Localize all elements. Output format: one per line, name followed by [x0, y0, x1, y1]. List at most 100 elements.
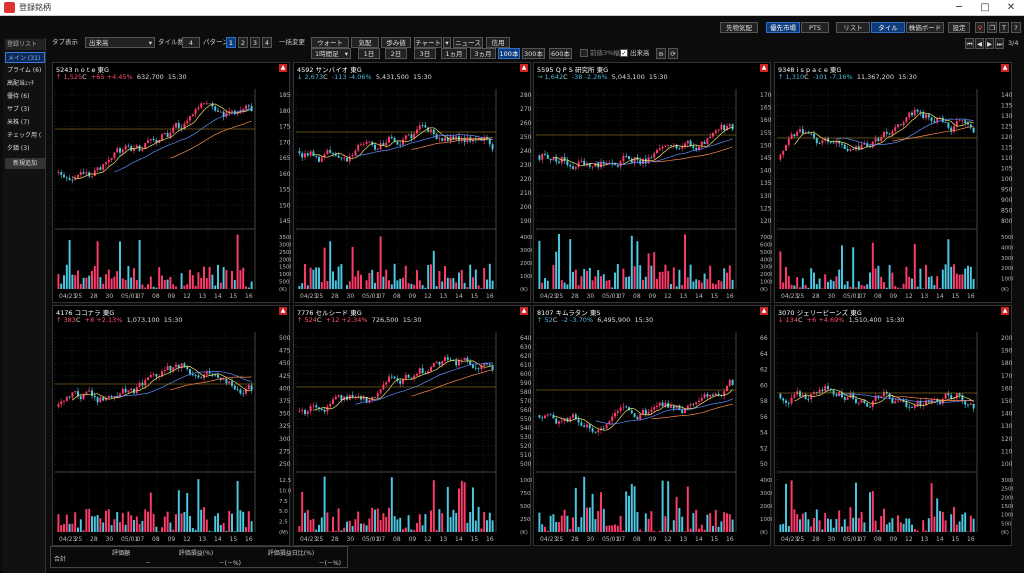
close-button[interactable]: ✕	[1000, 0, 1022, 16]
close-tile-icon[interactable]: ▲	[520, 307, 528, 315]
range-300[interactable]: 300本	[522, 48, 545, 59]
tile-view-button[interactable]: タイル	[871, 22, 905, 33]
chart-svg[interactable]: 6406306206106005905805705605505405305205…	[294, 326, 532, 546]
watchlist-item[interactable]: メイン (31)	[5, 52, 45, 63]
chart-svg[interactable]: 2800270026002500240023002200210020001900…	[294, 83, 532, 303]
futures-quote-button[interactable]: 先物気配	[720, 22, 758, 33]
chart-tile[interactable]: 4176 ココナラ 東G▲↑ 383C +8 +2.13% 1,073,100 …	[52, 305, 290, 546]
chart-tile[interactable]: 9348 i s p a c e 東G▲↑ 1,310C -101 -7.16%…	[774, 62, 1012, 303]
volume-bar	[455, 282, 457, 289]
candlestick-chart[interactable]: 6406306206106005905805705605505405305205…	[294, 326, 532, 546]
chart-svg[interactable]: 6664626058565452504000300020001000(K)04/…	[534, 326, 772, 546]
copy-icon[interactable]: ❐	[987, 22, 997, 33]
candlestick-chart[interactable]: 1700165016001550150014501400135013001250…	[534, 83, 772, 303]
close-tile-icon[interactable]: ▲	[1001, 64, 1009, 72]
chart-tile[interactable]: 3070 ジェリービーンズ 東G▲↓ 134C +6 +4.69% 1,510,…	[774, 305, 1012, 546]
close-tile-icon[interactable]: ▲	[520, 64, 528, 72]
settings-button[interactable]: 設定	[948, 22, 970, 33]
range-3d[interactable]: 3日	[414, 48, 436, 59]
range-2d[interactable]: 2日	[385, 48, 407, 59]
tab-margin[interactable]: 信用	[486, 37, 510, 48]
close-tile-icon[interactable]: ▲	[760, 64, 768, 72]
tab-ticks[interactable]: 歩み値	[381, 37, 411, 48]
chart-tile[interactable]: 5595 Q P S 研究所 東G▲→ 1,642C -38 -2.26% 5,…	[533, 62, 771, 303]
first-page-icon[interactable]: ⏮	[965, 38, 974, 49]
close-tile-icon[interactable]: ▲	[279, 64, 287, 72]
sort-select[interactable]: 出来高▾	[85, 37, 155, 48]
pattern-2-button[interactable]: 2	[238, 37, 248, 48]
tab-news[interactable]: ニュース	[453, 37, 483, 48]
candle-body	[642, 410, 644, 414]
date-tick-label: 07	[859, 536, 867, 543]
maximize-button[interactable]: □	[974, 0, 996, 16]
list-view-button[interactable]: リスト	[836, 22, 870, 33]
chart-tile[interactable]: 8107 キムラタン 東S▲↑ 52C -2 -3.70% 6,495,900 …	[533, 305, 771, 546]
tab-chart[interactable]: チャート	[414, 37, 442, 48]
chart-svg[interactable]: 1850180017501700165016001550150014503500…	[53, 83, 291, 303]
range-100[interactable]: 100本	[498, 48, 520, 59]
next-page-icon[interactable]: ▶	[985, 38, 994, 49]
pattern-3-button[interactable]: 3	[250, 37, 260, 48]
chevron-down-icon[interactable]: ▾	[443, 37, 451, 48]
link-icon[interactable]: ⚲	[975, 22, 985, 33]
range-3pct-checkbox[interactable]	[580, 49, 588, 57]
tab-quote[interactable]: ウォート	[311, 37, 349, 48]
prev-page-icon[interactable]: ◀	[975, 38, 984, 49]
close-tile-icon[interactable]: ▲	[760, 307, 768, 315]
range-1m[interactable]: 1ヵ月	[441, 48, 467, 59]
candlestick-chart[interactable]: 2001901801701601501401301201101003000250…	[775, 326, 1013, 546]
volume-bar	[102, 284, 104, 289]
candlestick-chart[interactable]: 1850180017501700165016001550150014503500…	[53, 83, 291, 303]
chart-svg[interactable]: 2001901801701601501401301201101003000250…	[775, 326, 1013, 546]
range-600[interactable]: 600本	[549, 48, 572, 59]
watchlist-item[interactable]: プライム (6)	[5, 65, 45, 76]
volume-bar	[147, 512, 149, 532]
close-tile-icon[interactable]: ▲	[1001, 307, 1009, 315]
chart-svg[interactable]: 1700165016001550150014501400135013001250…	[534, 83, 772, 303]
volume-bar	[650, 511, 652, 532]
refresh-icon[interactable]: ⟳	[668, 48, 678, 59]
pts-button[interactable]: PTS	[801, 22, 829, 33]
text-icon[interactable]: T	[999, 22, 1009, 33]
watchlist-item[interactable]: 米株 (7)	[5, 117, 45, 128]
range-3m[interactable]: 3ヵ月	[470, 48, 496, 59]
date-tick-label: 15	[230, 536, 238, 543]
interval-select[interactable]: 1時間足▾	[311, 48, 351, 59]
chart-svg[interactable]: 1400135013001250120011501100105010009509…	[775, 83, 1013, 303]
candle-body	[105, 162, 107, 164]
candle-body	[670, 406, 672, 408]
chart-tile[interactable]: 5243 n o t e 東G▲↑ 1,525C +65 +4.45% 632,…	[52, 62, 290, 303]
chart-tile[interactable]: 7776 セルシード 東G▲↑ 524C +12 +2.34% 726,500 …	[293, 305, 531, 546]
help-icon[interactable]: ?	[1011, 22, 1021, 33]
chart-svg[interactable]: 50047545042540037535032530027525012.510.…	[53, 326, 291, 546]
zoom-out-icon[interactable]: ⊖	[656, 48, 666, 59]
pattern-4-button[interactable]: 4	[262, 37, 272, 48]
candlestick-chart[interactable]: 2800270026002500240023002200210020001900…	[294, 83, 532, 303]
range-1d[interactable]: 1日	[358, 48, 380, 59]
close-tile-icon[interactable]: ▲	[279, 307, 287, 315]
tab-board[interactable]: 気配	[351, 37, 379, 48]
volume-checkbox[interactable]: ✓	[620, 49, 628, 57]
add-watchlist-button[interactable]: 新規追加	[5, 158, 45, 169]
priority-market-button[interactable]: 優先市場	[766, 22, 800, 33]
candle-body	[589, 424, 591, 428]
watchlist-item[interactable]: 優待 (6)	[5, 91, 45, 102]
pattern-1-button[interactable]: 1	[226, 37, 236, 48]
candle-body	[91, 390, 93, 395]
stock-board-button[interactable]: 株価ボード	[906, 22, 944, 33]
last-page-icon[interactable]: ⏭	[995, 38, 1004, 49]
candlestick-chart[interactable]: 50047545042540037535032530027525012.510.…	[53, 326, 291, 546]
trend-arrow: ↑	[537, 316, 542, 324]
volume-bar	[953, 264, 955, 289]
candle-body	[357, 145, 359, 151]
tile-count-stepper[interactable]: 4	[182, 37, 200, 48]
watchlist-item[interactable]: 夕鎮 (3)	[5, 143, 45, 154]
watchlist-item[interactable]: 高配当ｪｯﾁ	[5, 78, 45, 89]
candlestick-chart[interactable]: 6664626058565452504000300020001000(K)04/…	[534, 326, 772, 546]
volume-tick-label: 1500	[279, 265, 291, 271]
minimize-button[interactable]: ─	[948, 0, 970, 16]
chart-tile[interactable]: 4592 サンバイオ 東G▲↓ 2,673C -113 -4.06% 5,431…	[293, 62, 531, 303]
watchlist-item[interactable]: チェック用 (	[5, 130, 45, 141]
watchlist-item[interactable]: サブ (3)	[5, 104, 45, 115]
candlestick-chart[interactable]: 1400135013001250120011501100105010009509…	[775, 83, 1013, 303]
